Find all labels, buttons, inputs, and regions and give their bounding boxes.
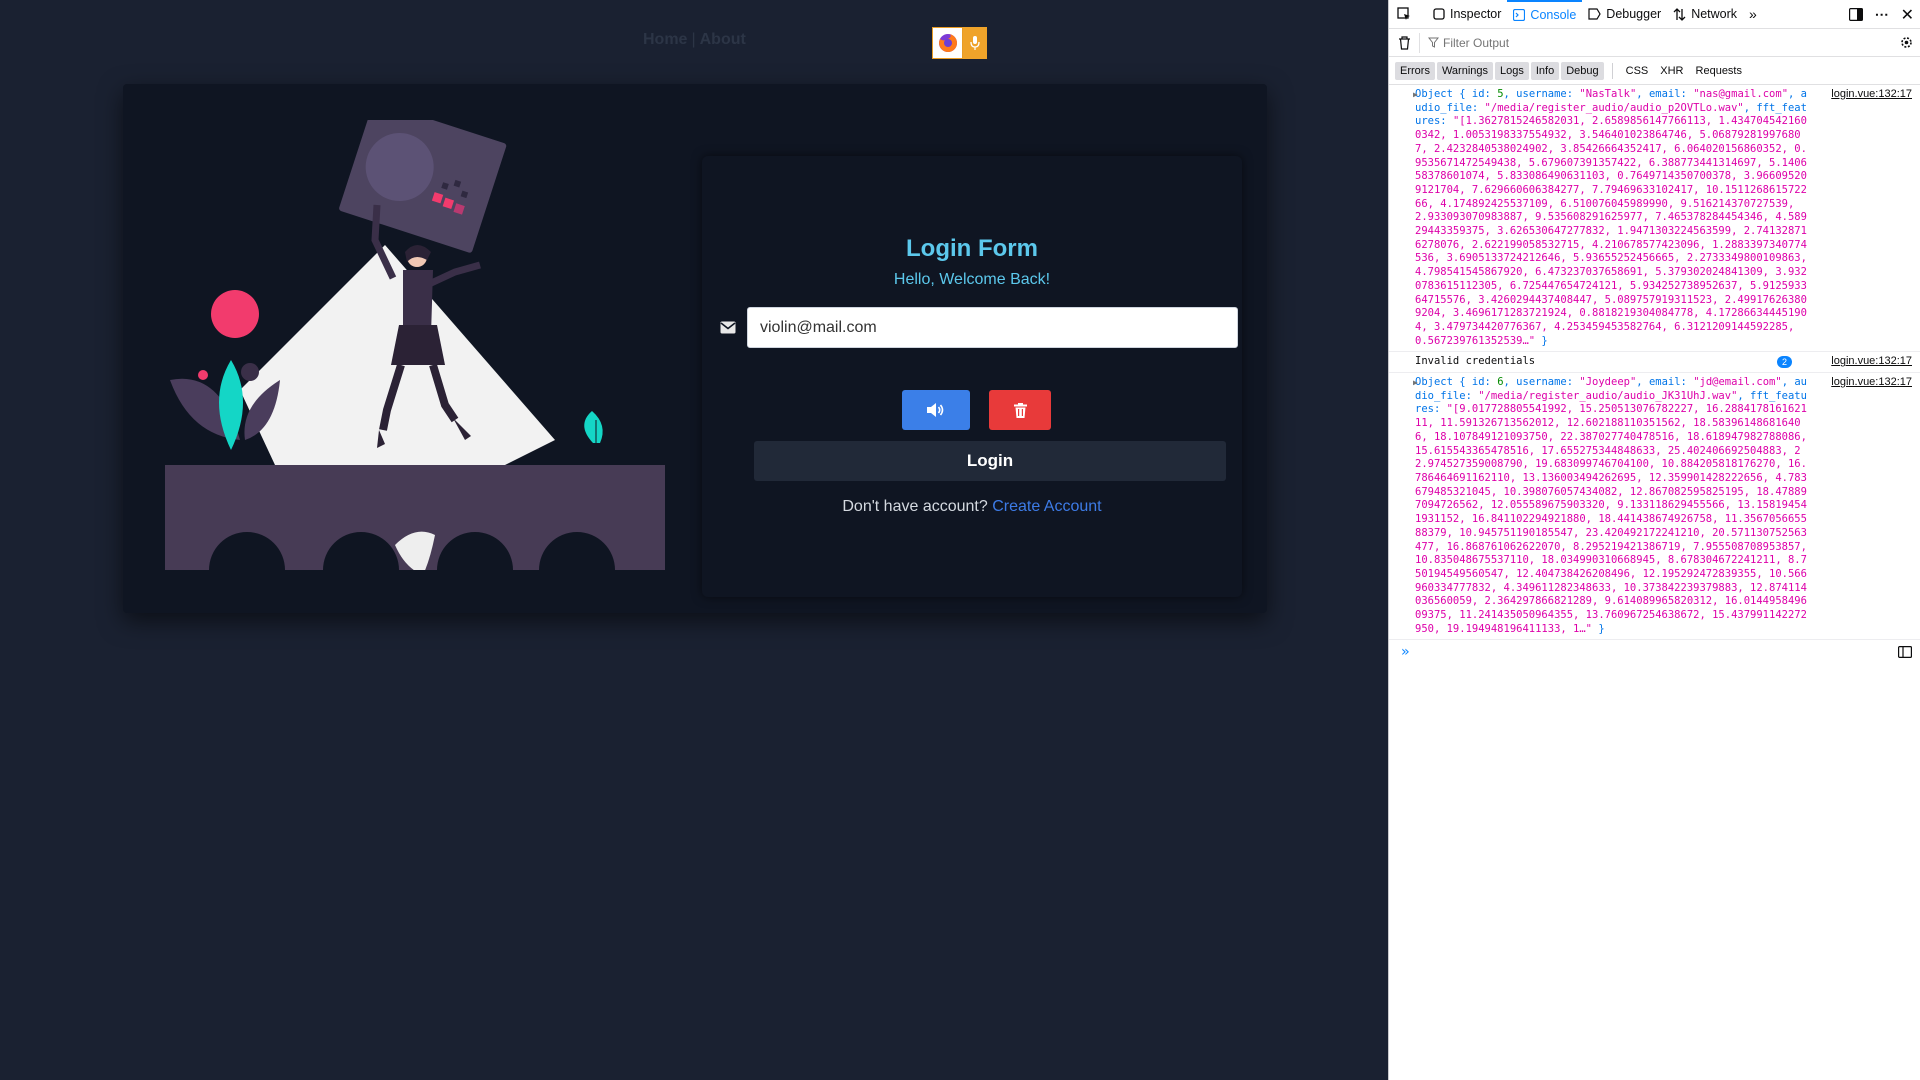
filter-errors[interactable]: Errors — [1395, 61, 1435, 80]
more-options-icon[interactable]: ⋯ — [1875, 6, 1889, 23]
tab-debugger[interactable]: Debugger — [1582, 0, 1667, 29]
source-location-link[interactable]: login.vue:132:17 — [1831, 355, 1912, 369]
nav-separator: | — [691, 31, 696, 48]
login-button[interactable]: Login — [754, 441, 1226, 481]
tab-inspector-label: Inspector — [1450, 7, 1502, 21]
dock-side-icon[interactable] — [1848, 8, 1863, 21]
speaker-icon — [927, 403, 944, 417]
console-entry-object[interactable]: ▶ Object { id: 5, username: "NasTalk", e… — [1389, 85, 1920, 353]
console-icon — [1513, 9, 1526, 21]
devtools-window-controls: ⋯ ✕ — [1848, 0, 1914, 29]
console-entry-object[interactable]: ▶ Object { id: 6, username: "Joydeep", e… — [1389, 373, 1920, 641]
create-account-link[interactable]: Create Account — [992, 498, 1101, 515]
microphone-icon[interactable] — [963, 27, 987, 59]
split-editor-icon[interactable] — [1898, 646, 1912, 659]
envelope-icon — [720, 321, 736, 334]
console-filter-bar — [1389, 29, 1920, 57]
tab-console-label: Console — [1530, 8, 1577, 22]
close-icon[interactable]: ✕ — [1901, 5, 1914, 25]
login-form-panel: Login Form Hello, Welcome Back! violin@m… — [702, 156, 1242, 597]
page-area: Home | About Login Form Hello, Welcome B… — [0, 0, 1388, 1080]
filter-warnings[interactable]: Warnings — [1436, 61, 1494, 80]
form-subtitle: Hello, Welcome Back! — [893, 271, 1051, 288]
trash-icon — [1013, 402, 1027, 418]
form-title: Login Form — [906, 235, 1038, 262]
filter-xhr[interactable]: XHR — [1655, 62, 1688, 80]
expand-triangle-icon[interactable]: ▶ — [1413, 376, 1418, 390]
more-tabs-icon[interactable]: » — [1743, 0, 1763, 29]
tab-console[interactable]: Console — [1507, 0, 1583, 29]
signup-prompt: Don't have account? Create Account — [702, 498, 1242, 516]
filter-css[interactable]: CSS — [1621, 62, 1654, 80]
delete-audio-button[interactable] — [989, 390, 1051, 430]
filter-divider — [1611, 62, 1613, 79]
record-audio-button[interactable] — [902, 390, 970, 430]
devtools-panel: Inspector Console Debugger Network » ⋯ ✕… — [1388, 0, 1920, 1080]
login-illustration — [165, 120, 665, 570]
repeat-count-badge: 2 — [1776, 356, 1792, 369]
inspector-icon — [1433, 8, 1445, 20]
firefox-icon[interactable] — [932, 27, 963, 59]
nav-about-link[interactable]: About — [700, 31, 746, 48]
tab-network-label: Network — [1691, 7, 1738, 21]
trash-icon[interactable] — [1398, 35, 1411, 50]
email-field[interactable] — [747, 307, 1238, 348]
tab-network[interactable]: Network — [1667, 0, 1743, 29]
console-input[interactable]: » — [1389, 640, 1920, 664]
console-entry-message: Invalid credentials 2 login.vue:132:17 — [1389, 352, 1920, 374]
filter-requests[interactable]: Requests — [1691, 62, 1747, 80]
gear-icon[interactable] — [1899, 35, 1914, 50]
top-nav: Home | About — [643, 31, 746, 49]
filter-logs[interactable]: Logs — [1495, 61, 1529, 80]
source-location-link[interactable]: login.vue:132:17 — [1831, 376, 1912, 390]
filter-output-input[interactable] — [1443, 35, 1843, 50]
log-message: Invalid credentials — [1415, 355, 1536, 368]
no-account-text: Don't have account? — [842, 498, 988, 515]
filter-info[interactable]: Info — [1530, 61, 1560, 80]
filter-debug[interactable]: Debug — [1561, 61, 1604, 80]
extension-badges — [932, 27, 987, 59]
tab-debugger-label: Debugger — [1606, 7, 1662, 21]
network-icon — [1673, 7, 1686, 21]
tab-inspector[interactable]: Inspector — [1427, 0, 1507, 29]
filter-icon — [1428, 37, 1439, 48]
source-location-link[interactable]: login.vue:132:17 — [1831, 88, 1912, 102]
console-log: ▶ Object { id: 5, username: "NasTalk", e… — [1389, 85, 1920, 664]
element-picker-icon[interactable] — [1389, 0, 1417, 29]
devtools-toolbar: Inspector Console Debugger Network » ⋯ ✕ — [1389, 0, 1920, 29]
login-card: Login Form Hello, Welcome Back! violin@m… — [123, 84, 1267, 613]
console-prompt-icon: » — [1401, 643, 1410, 660]
nav-home-link[interactable]: Home — [643, 31, 687, 48]
console-category-filters: Errors Warnings Logs Info Debug CSS XHR … — [1389, 57, 1920, 85]
expand-triangle-icon[interactable]: ▶ — [1413, 88, 1418, 102]
debugger-icon — [1588, 8, 1601, 20]
